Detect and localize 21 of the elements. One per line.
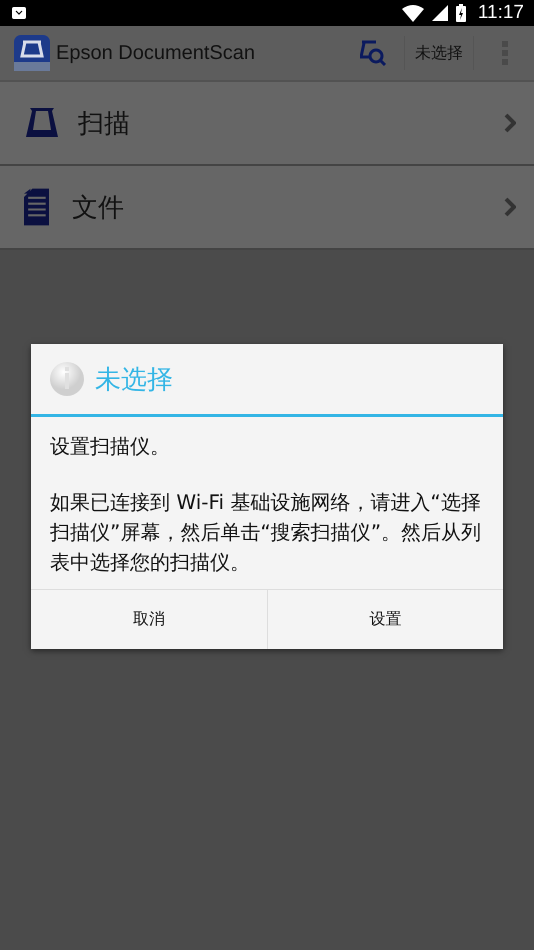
menu-label: 扫描: [78, 108, 130, 140]
menu-item[interactable]: 文件: [0, 166, 534, 250]
dialog-message: 如果已连接到 Wi-Fi 基础设施网络，请进入“选择扫描仪”屏幕，然后单击“搜索扫描仪”。然后从列表中选择您的扫描仪。: [50, 489, 482, 576]
app-title: Epson DocumentScan: [56, 42, 256, 64]
notification-icon: [12, 7, 26, 19]
clock: 11:17: [478, 2, 524, 24]
chevron-right-icon: [504, 197, 516, 217]
battery-charging-icon: [456, 4, 466, 22]
dialog-title: 未选择: [95, 364, 173, 396]
signal-icon: [432, 5, 448, 21]
dialog-message: 设置扫描仪。: [50, 433, 171, 460]
app-logo-icon: [14, 35, 50, 71]
dialog-button[interactable]: 设置: [266, 590, 503, 649]
wifi-icon: [402, 4, 424, 22]
scanner-search-icon[interactable]: [360, 40, 386, 66]
chevron-right-icon: [504, 113, 516, 133]
menu-item[interactable]: 扫描: [0, 82, 534, 166]
scanner-select-button[interactable]: 未选择: [405, 33, 473, 73]
menu-label: 文件: [72, 192, 124, 224]
info-icon: [49, 361, 85, 397]
dialog-button[interactable]: 取消: [31, 590, 266, 649]
